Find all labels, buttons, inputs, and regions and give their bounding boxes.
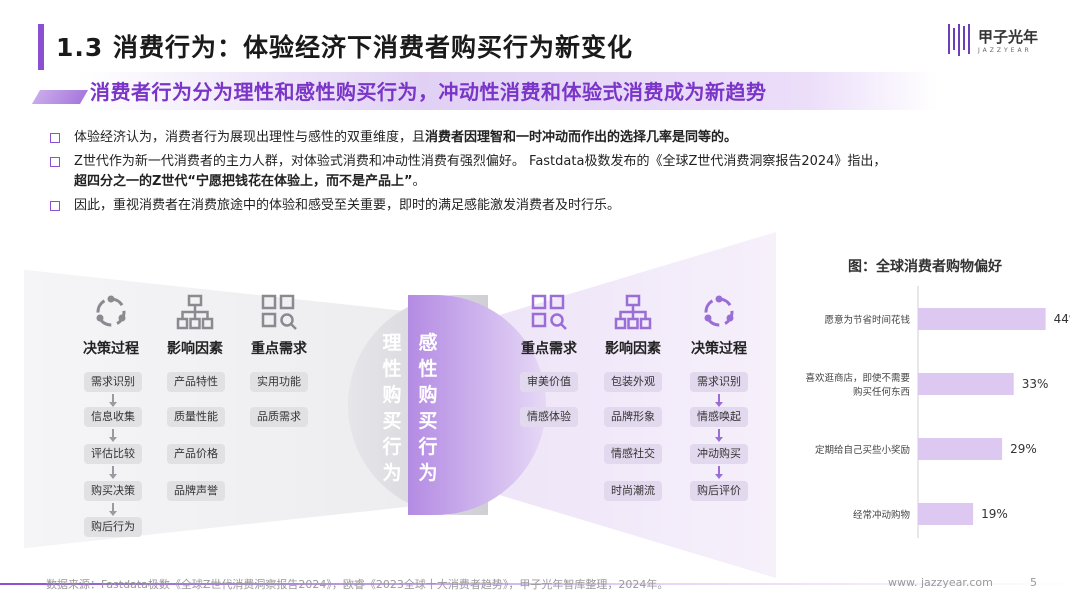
bullet-item: Z世代作为新一代消费者的主力人群，对体验式消费和冲动性消费有强烈偏好。 Fast… <box>48 152 1038 192</box>
list-item: 产品特性 <box>167 372 225 392</box>
data-source: 数据来源：Fastdata极数《全球Z世代消费洞察报告2024》，欧睿《2023… <box>46 578 669 591</box>
rational-needs-column: 重点需求 <box>244 292 314 358</box>
list-item: 评估比较 <box>84 444 142 464</box>
list-item: 时尚潮流 <box>604 481 662 501</box>
hierarchy-icon <box>176 294 214 330</box>
chart-bar <box>918 503 974 525</box>
bullet-item: 体验经济认为，消费者行为展现出理性与感性的双重维度，且消费者因理智和一时冲动而作… <box>48 128 1038 148</box>
list-item: 信息收集 <box>84 407 142 427</box>
list-item: 购买决策 <box>84 481 142 501</box>
company-logo: 甲子光年 JAZZYEAR <box>946 20 1066 60</box>
chart-category-label: 定期给自己买些小奖励 <box>815 444 910 456</box>
down-arrow-icon <box>109 466 117 479</box>
emotional-factors-column: 影响因素 <box>598 292 668 358</box>
chart-value-label: 19% <box>981 507 1008 521</box>
shopping-preference-chart: 44% 愿意为节省时间花钱 33% 喜欢逛商店，即使不需要购买任何东西 29% 定期给自己… <box>805 286 1070 538</box>
down-arrow-icon <box>109 394 117 407</box>
emotional-needs-column: 重点需求 <box>514 292 584 358</box>
chart-bar <box>918 438 1003 460</box>
emotional-purchase-label: 感性购买行为 <box>418 332 438 484</box>
down-arrow-icon <box>715 429 723 442</box>
website-link[interactable]: www. jazzyear.com <box>888 576 993 589</box>
list-item: 产品价格 <box>167 444 225 464</box>
subtitle-decoration <box>31 90 89 104</box>
column-heading: 影响因素 <box>605 341 661 357</box>
chart-bar <box>918 373 1014 395</box>
list-item: 品牌声誉 <box>167 481 225 501</box>
chart-title: 图：全球消费者购物偏好 <box>848 259 1002 275</box>
column-heading: 决策过程 <box>691 341 747 357</box>
emotional-decision-column: 决策过程 <box>684 292 754 358</box>
list-item: 实用功能 <box>250 372 308 392</box>
list-item: 冲动购买 <box>690 444 748 464</box>
chart-value-label: 44% <box>1054 312 1070 326</box>
down-arrow-icon <box>715 394 723 407</box>
list-item: 质量性能 <box>167 407 225 427</box>
chart-category-label: 愿意为节省时间花钱 <box>824 314 910 326</box>
column-heading: 决策过程 <box>83 341 139 357</box>
grid-search-icon <box>261 294 297 330</box>
list-item: 情感社交 <box>604 444 662 464</box>
list-item: 购后行为 <box>84 517 142 537</box>
grid-search-icon <box>531 294 567 330</box>
title-accent-bar <box>38 24 44 70</box>
down-arrow-icon <box>715 466 723 479</box>
logo-subtext: JAZZYEAR <box>978 47 1032 54</box>
chart-category-label: 喜欢逛商店，即使不需要 <box>805 372 910 384</box>
list-item: 品质需求 <box>250 407 308 427</box>
cycle-icon <box>704 295 734 327</box>
bullet-item: 因此，重视消费者在消费旅途中的体验和感受至关重要，即时的满足感能激发消费者及时行… <box>48 196 1038 216</box>
list-item: 包装外观 <box>604 372 662 392</box>
list-item: 需求识别 <box>84 372 142 392</box>
chart-category-label: 购买任何东西 <box>853 386 910 398</box>
page-number: 5 <box>1030 576 1037 589</box>
square-bullet-icon <box>50 201 60 211</box>
list-item: 情感唤起 <box>690 407 748 427</box>
rational-purchase-label: 理性购买行为 <box>382 332 402 484</box>
page-title: 1.3 消费行为：体验经济下消费者购买行为新变化 <box>56 33 633 62</box>
rational-decision-column: 决策过程 <box>76 292 146 358</box>
list-item: 购后评价 <box>690 481 748 501</box>
chart-value-label: 33% <box>1022 377 1049 391</box>
chart-category-label: 经常冲动购物 <box>853 509 911 521</box>
square-bullet-icon <box>50 133 60 143</box>
logo-bars-icon <box>946 24 974 56</box>
list-item: 情感体验 <box>520 407 578 427</box>
list-item: 品牌形象 <box>604 407 662 427</box>
list-item: 需求识别 <box>690 372 748 392</box>
column-heading: 影响因素 <box>167 341 223 357</box>
subtitle: 消费者行为分为理性和感性购买行为，冲动性消费和体验式消费成为新趋势 <box>90 80 767 104</box>
chart-bar <box>918 308 1046 330</box>
chart-value-label: 29% <box>1010 442 1037 456</box>
down-arrow-icon <box>109 503 117 516</box>
logo-name: 甲子光年 <box>978 28 1039 46</box>
down-arrow-icon <box>109 429 117 442</box>
column-heading: 重点需求 <box>251 341 307 357</box>
square-bullet-icon <box>50 157 60 167</box>
hierarchy-icon <box>614 294 652 330</box>
list-item: 审美价值 <box>520 372 578 392</box>
cycle-icon <box>96 295 126 327</box>
column-heading: 重点需求 <box>521 341 577 357</box>
rational-factors-column: 影响因素 <box>160 292 230 358</box>
bullet-list: 体验经济认为，消费者行为展现出理性与感性的双重维度，且消费者因理智和一时冲动而作… <box>48 128 1038 220</box>
